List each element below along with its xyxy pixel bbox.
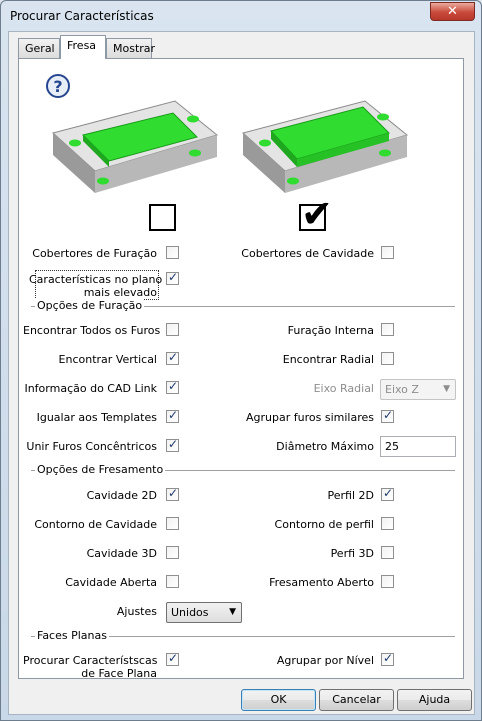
cobertores-cavidade-checkbox[interactable]	[381, 246, 394, 259]
tab-mostrar[interactable]: Mostrar	[106, 38, 155, 58]
furacao-interna-checkbox[interactable]	[381, 323, 394, 336]
ajustes-label: Ajustes	[116, 605, 157, 618]
check-mark: ✓	[168, 270, 179, 284]
agrupar-nivel-checkbox[interactable]: ✓	[381, 651, 394, 666]
perfil-3d-label: Perfi 3D	[330, 547, 374, 560]
raised-pocket-illustration	[241, 100, 409, 193]
concentricos-label: Unir Furos Concêntricos	[26, 440, 157, 453]
fresamento-group-title: Opções de Fresamento	[35, 463, 166, 476]
checkmark-icon: ✔	[301, 192, 333, 236]
fresamento-aberto-label: Fresamento Aberto	[269, 576, 374, 589]
templates-label: Igualar aos Templates	[36, 411, 157, 424]
dialog-window: Procurar Características ✕ Geral Fresa M…	[0, 0, 482, 721]
unchecked-indicator-box	[149, 204, 176, 231]
close-button[interactable]: ✕	[430, 2, 475, 21]
chevron-down-icon: ▼	[229, 607, 236, 617]
cobertores-cavidade-label: Cobertores de Cavidade	[241, 247, 374, 260]
perfil-2d-label: Perfil 2D	[327, 489, 374, 502]
check-mark: ✓	[383, 651, 394, 665]
cobertores-furacao-label: Cobertores de Furação	[32, 247, 157, 260]
tab-panel-fresa: ? ✔ Cobertores de Furação Cobertores de …	[18, 58, 464, 680]
vertical-checkbox[interactable]: ✓	[166, 350, 179, 365]
cavidade-aberta-label: Cavidade Aberta	[65, 576, 157, 589]
contorno-cavidade-checkbox[interactable]	[166, 517, 179, 530]
furacao-group-title: Opções de Furação	[35, 299, 145, 312]
check-mark: ✓	[168, 486, 179, 500]
check-mark: ✓	[168, 408, 179, 422]
procurar-faces-checkbox[interactable]: ✓	[166, 651, 179, 666]
agrupar-similares-checkbox[interactable]: ✓	[381, 408, 394, 423]
tab-geral[interactable]: Geral	[18, 38, 60, 58]
cavidade-3d-checkbox[interactable]	[166, 546, 179, 559]
plano-elevado-checkbox[interactable]: ✓	[166, 270, 179, 285]
cobertores-furacao-checkbox[interactable]	[166, 246, 179, 259]
contorno-perfil-checkbox[interactable]	[381, 517, 394, 530]
ajustes-select[interactable]: Unidos ▼	[166, 602, 242, 623]
radial-checkbox[interactable]	[381, 352, 394, 365]
plano-elevado-label-line1: Características no plano	[29, 273, 163, 286]
eixo-radial-value: Eixo Z	[385, 383, 419, 396]
cancel-button[interactable]: Cancelar	[319, 689, 394, 711]
tab-fresa[interactable]: Fresa	[60, 35, 106, 59]
check-mark: ✓	[383, 486, 394, 500]
furacao-interna-label: Furação Interna	[287, 324, 374, 337]
perfil-3d-checkbox[interactable]	[381, 546, 394, 559]
check-mark: ✓	[168, 350, 179, 364]
agrupar-nivel-label: Agrupar por Nível	[276, 654, 374, 667]
radial-label: Encontrar Radial	[282, 353, 374, 366]
diametro-maximo-label: Diâmetro Máximo	[276, 440, 374, 453]
cavidade-3d-label: Cavidade 3D	[86, 547, 157, 560]
cavidade-aberta-checkbox[interactable]	[166, 575, 179, 588]
procurar-faces-label-line1: Procurar Característscas	[23, 654, 158, 667]
check-mark: ✓	[168, 379, 179, 393]
todos-furos-label: Encontrar Todos os Furos	[23, 324, 161, 337]
contorno-cavidade-label: Contorno de Cavidade	[34, 518, 157, 531]
cad-link-checkbox[interactable]: ✓	[166, 379, 179, 394]
check-mark: ✓	[168, 437, 179, 451]
help-button[interactable]: Ajuda	[397, 689, 472, 711]
vertical-label: Encontrar Vertical	[58, 353, 157, 366]
window-title: Procurar Características	[10, 9, 154, 23]
pocket-part-illustration	[51, 100, 219, 193]
eixo-radial-label: Eixo Radial	[313, 382, 374, 395]
procurar-faces-label-line2: de Face Plana	[81, 667, 157, 680]
check-mark: ✓	[383, 408, 394, 422]
title-bar[interactable]: Procurar Características ✕	[1, 1, 481, 31]
fresamento-aberto-checkbox[interactable]	[381, 575, 394, 588]
chevron-down-icon: ▼	[443, 384, 450, 394]
agrupar-similares-label: Agrupar furos similares	[246, 411, 374, 424]
cavidade-2d-label: Cavidade 2D	[86, 489, 157, 502]
contorno-perfil-label: Contorno de perfil	[274, 518, 374, 531]
ajustes-value: Unidos	[171, 606, 209, 619]
templates-checkbox[interactable]: ✓	[166, 408, 179, 423]
check-mark: ✓	[168, 651, 179, 665]
eixo-radial-select[interactable]: Eixo Z ▼	[380, 379, 456, 400]
plano-elevado-label-line2: mais elevado	[83, 286, 157, 299]
perfil-2d-checkbox[interactable]: ✓	[381, 486, 394, 501]
client-area: Geral Fresa Mostrar ? ✔ Cobertores de Fu…	[8, 31, 475, 715]
cavidade-2d-checkbox[interactable]: ✓	[166, 486, 179, 501]
concentricos-checkbox[interactable]: ✓	[166, 437, 179, 452]
diametro-maximo-input[interactable]: 25	[380, 436, 456, 457]
todos-furos-checkbox[interactable]	[166, 323, 179, 336]
ok-button[interactable]: OK	[241, 689, 316, 711]
cad-link-label: Informação do CAD Link	[24, 382, 157, 395]
faces-group-title: Faces Planas	[35, 629, 109, 642]
checked-indicator-box: ✔	[299, 192, 333, 236]
